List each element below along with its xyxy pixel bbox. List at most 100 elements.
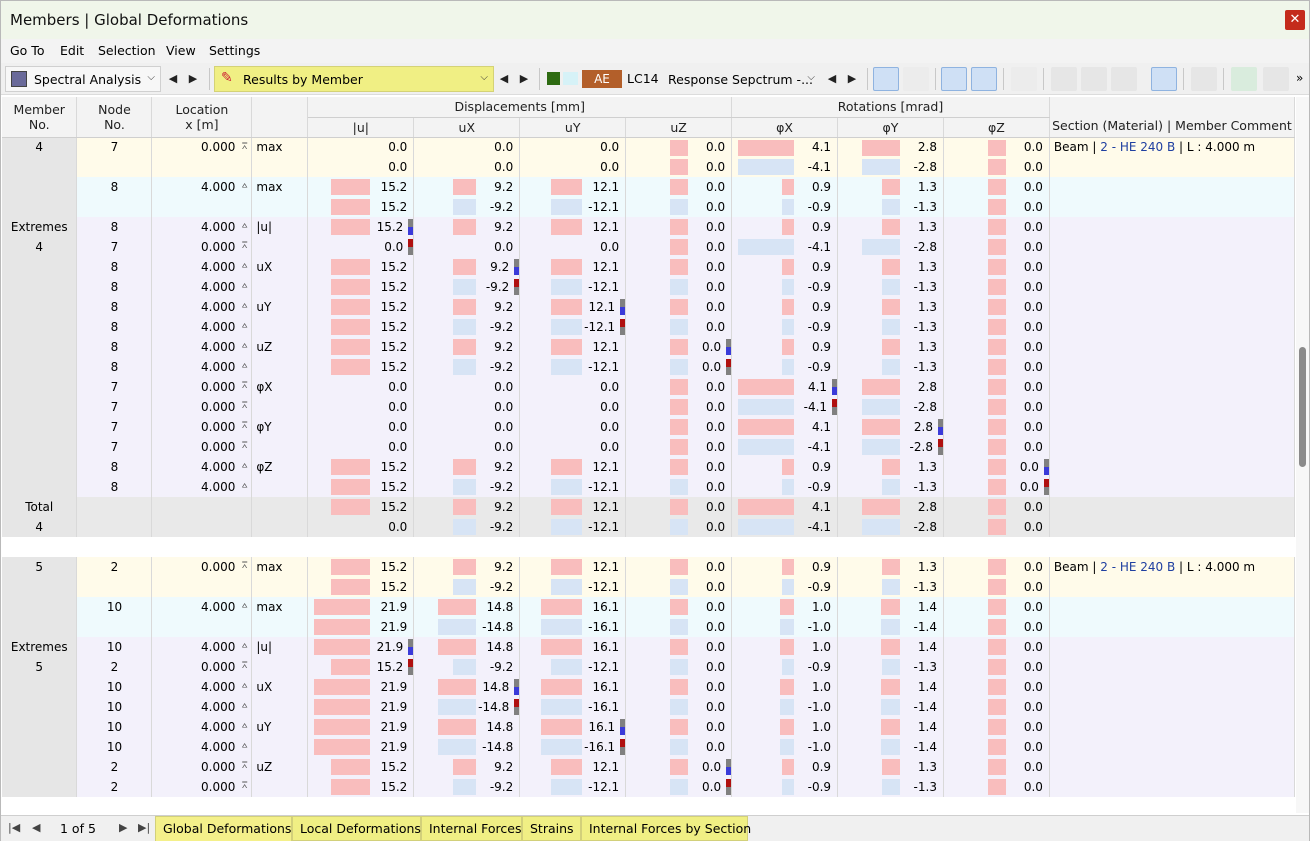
zero-value-bar [670, 419, 688, 435]
table-row[interactable]: 15.2-9.2-12.10.0-0.9-1.30.0 [2, 577, 1295, 597]
table-row[interactable]: 84.000⩟15.2-9.2-12.10.0-0.9-1.30.0 [2, 317, 1295, 337]
table-row[interactable]: 470.000⩞0.00.00.00.0-4.1-2.80.0 [2, 237, 1295, 257]
grid-icon[interactable] [1191, 67, 1217, 91]
hierarchy-icon[interactable] [1011, 67, 1037, 91]
table-row[interactable]: 520.000⩞max15.29.212.10.00.91.30.0Beam |… [2, 557, 1295, 577]
col-header-u[interactable]: |u| [308, 117, 414, 137]
col-header-phiz[interactable]: φZ [943, 117, 1049, 137]
tab-internal-forces-by-section[interactable]: Internal Forces by Section [581, 816, 748, 841]
table-row[interactable]: 15.2-9.2-12.10.0-0.9-1.30.0 [2, 197, 1295, 217]
positive-value-bar [314, 639, 370, 655]
scrollbar-thumb[interactable] [1299, 347, 1306, 467]
last-page-icon[interactable]: ▶| [138, 821, 150, 834]
table-row[interactable]: 104.000⩟uY21.914.816.10.01.01.40.0 [2, 717, 1295, 737]
next-load-case-button[interactable]: ▶ [841, 68, 863, 90]
menu-settings[interactable]: Settings [209, 43, 260, 58]
value-cell: 0.0 [626, 197, 732, 217]
tab-internal-forces[interactable]: Internal Forces [421, 816, 522, 841]
next-page-icon[interactable]: ▶ [119, 821, 127, 834]
col-header-ux[interactable]: uX [414, 117, 520, 137]
node-no-cell: 7 [77, 377, 152, 397]
max-marker-icon [1044, 459, 1049, 475]
overflow-chevron-icon[interactable]: » [1296, 71, 1303, 85]
table-row[interactable]: 104.000⩟21.9-14.8-16.10.0-1.0-1.40.0 [2, 737, 1295, 757]
table-row[interactable]: 70.000⩞φX0.00.00.00.04.12.80.0 [2, 377, 1295, 397]
cell-value: -9.2 [490, 580, 513, 594]
jump-to-object-icon[interactable] [903, 67, 929, 91]
prev-page-icon[interactable]: ◀ [32, 821, 40, 834]
col-header-uz[interactable]: uZ [626, 117, 732, 137]
table-filter-icon[interactable] [1081, 67, 1107, 91]
table-row[interactable]: 84.000⩟uX15.29.212.10.00.91.30.0 [2, 257, 1295, 277]
col-header-type[interactable] [252, 97, 308, 137]
table-icon[interactable] [1051, 67, 1077, 91]
excel-export-icon[interactable] [1231, 67, 1257, 91]
col-header-member[interactable]: MemberNo. [2, 97, 77, 137]
next-analysis-button[interactable]: ▶ [182, 68, 204, 90]
member-no-cell [2, 717, 77, 737]
table-row[interactable]: 20.000⩞uZ15.29.212.10.00.91.30.0 [2, 757, 1295, 777]
table-row[interactable]: Extremes104.000⩟|u|21.914.816.10.01.01.4… [2, 637, 1295, 657]
tab-global-deformations[interactable]: Global Deformations [155, 816, 292, 841]
value-cell: 0.0 [943, 757, 1049, 777]
prev-analysis-button[interactable]: ◀ [162, 68, 184, 90]
table-row[interactable]: 0.00.00.00.0-4.1-2.80.0 [2, 157, 1295, 177]
table-row[interactable]: 70.000⩞0.00.00.00.0-4.1-2.80.0 [2, 397, 1295, 417]
table-row[interactable]: 84.000⩟15.2-9.2-12.10.0-0.9-1.30.0 [2, 357, 1295, 377]
table-columns-icon[interactable] [1111, 67, 1137, 91]
col-header-phiy[interactable]: φY [838, 117, 944, 137]
cell-value: 0.0 [388, 380, 407, 394]
menu-view[interactable]: View [166, 43, 196, 58]
table-row[interactable]: 21.9-14.8-16.10.0-1.0-1.40.0 [2, 617, 1295, 637]
select-in-model-icon[interactable] [873, 67, 899, 91]
next-result-button[interactable]: ▶ [513, 68, 535, 90]
bar-chart-icon[interactable] [1151, 67, 1177, 91]
table-row[interactable]: 84.000⩟φZ15.29.212.10.00.91.30.0 [2, 457, 1295, 477]
cell-value: 12.1 [592, 500, 619, 514]
table-row[interactable]: 40.0-9.2-12.10.0-4.1-2.80.0 [2, 517, 1295, 537]
col-header-node[interactable]: NodeNo. [77, 97, 152, 137]
menu-edit[interactable]: Edit [60, 43, 84, 58]
table-row[interactable]: 70.000⩞φY0.00.00.00.04.12.80.0 [2, 417, 1295, 437]
table-row[interactable] [2, 537, 1295, 557]
menu-selection[interactable]: Selection [98, 43, 156, 58]
col-header-location[interactable]: Locationx [m] [152, 97, 252, 137]
cell-value: 0.0 [600, 400, 619, 414]
table-row[interactable]: 104.000⩟21.9-14.8-16.10.0-1.0-1.40.0 [2, 697, 1295, 717]
table-row[interactable]: Extremes84.000⩟|u|15.29.212.10.00.91.30.… [2, 217, 1295, 237]
table-row[interactable]: 104.000⩟uX21.914.816.10.01.01.40.0 [2, 677, 1295, 697]
first-page-icon[interactable]: |◀ [8, 821, 20, 834]
tab-strains[interactable]: Strains [522, 816, 581, 841]
prev-result-button[interactable]: ◀ [493, 68, 515, 90]
table-row[interactable]: 84.000⩟max15.29.212.10.00.91.30.0 [2, 177, 1295, 197]
col-header-uy[interactable]: uY [520, 117, 626, 137]
menu-go-to[interactable]: Go To [10, 43, 44, 58]
col-header-phix[interactable]: φX [732, 117, 838, 137]
table-row[interactable]: 20.000⩞15.2-9.2-12.10.0-0.9-1.30.0 [2, 777, 1295, 797]
load-case-combo[interactable]: Response Sepctrum -... ⌵ [663, 66, 821, 92]
table-row[interactable]: Total15.29.212.10.04.12.80.0 [2, 497, 1295, 517]
location-start-icon: ⩞ [242, 241, 247, 251]
table-row[interactable]: 104.000⩟max21.914.816.10.01.01.40.0 [2, 597, 1295, 617]
prev-load-case-button[interactable]: ◀ [821, 68, 843, 90]
view-results-icon[interactable] [941, 67, 967, 91]
table-row[interactable]: 84.000⩟uZ15.29.212.10.00.91.30.0 [2, 337, 1295, 357]
table-row[interactable]: 70.000⩞0.00.00.00.0-4.1-2.80.0 [2, 437, 1295, 457]
display-values-icon[interactable] [971, 67, 997, 91]
table-row[interactable]: 84.000⩟15.2-9.2-12.10.0-0.9-1.30.0 [2, 277, 1295, 297]
table-row[interactable]: 84.000⩟15.2-9.2-12.10.0-0.9-1.30.0 [2, 477, 1295, 497]
close-button[interactable]: ✕ [1285, 10, 1305, 30]
col-header-comment[interactable]: Section (Material) | Member Comment [1049, 97, 1294, 137]
filter-icon[interactable] [1263, 67, 1289, 91]
table-row[interactable]: 520.000⩞15.2-9.2-12.10.0-0.9-1.30.0 [2, 657, 1295, 677]
table-row[interactable]: 84.000⩟uY15.29.212.10.00.91.30.0 [2, 297, 1295, 317]
tab-local-deformations[interactable]: Local Deformations [292, 816, 421, 841]
analysis-type-combo[interactable]: Spectral Analysis ⌵ [5, 66, 161, 92]
cell-value: 0.0 [494, 380, 513, 394]
location-value: 4.000 [201, 640, 235, 654]
header-text: No. [2, 117, 76, 132]
table-row[interactable]: 470.000⩞max0.00.00.00.04.12.80.0Beam | 2… [2, 137, 1295, 157]
results-by-combo[interactable]: ✎ Results by Member ⌵ [214, 66, 494, 92]
vertical-scrollbar[interactable] [1296, 97, 1309, 813]
color-swatch-icon [547, 72, 560, 85]
